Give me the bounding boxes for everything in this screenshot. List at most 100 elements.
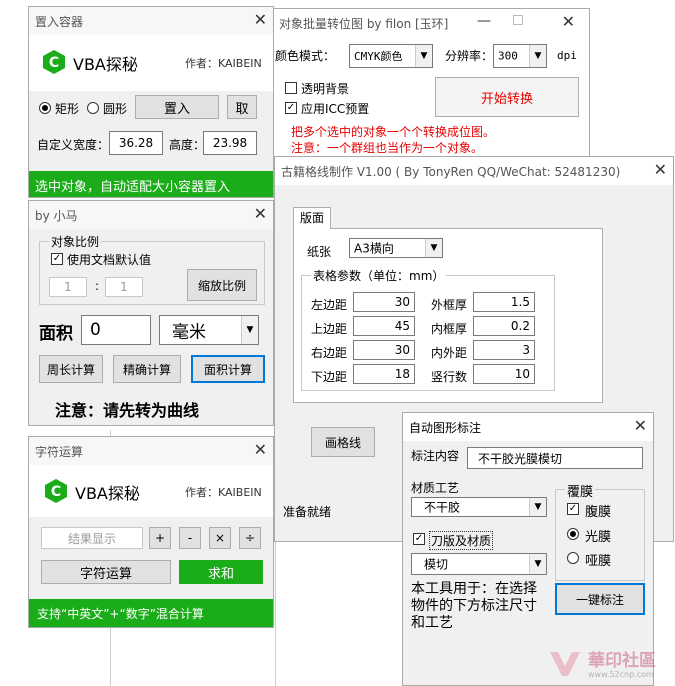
transparent-bg-label: 透明背景 [301,82,350,96]
titlebar: 字符运算 ✕ [29,437,273,465]
icc-preset-checkbox[interactable]: ✓ [285,102,297,114]
close-icon[interactable]: ✕ [634,416,647,435]
die-select[interactable]: 模切 ▼ [411,553,547,575]
chevron-down-icon[interactable]: ▼ [529,554,546,574]
circle-radio[interactable] [87,102,99,114]
laminate-group-title: 覆膜 [565,481,596,500]
titlebar: 自动图形标注 ✕ [403,413,653,441]
outer-thick-input[interactable]: 1.5 [473,292,535,312]
window-title: 自动图形标注 [409,421,482,435]
titlebar: 古籍格线制作 V1.00 ( By TonyRen QQ/WeChat: 524… [275,157,673,185]
laminate-checkbox[interactable]: ✓ [567,503,579,515]
ratio-b-input[interactable]: 1 [105,277,143,297]
select-value: CMYK颜色 [354,50,403,63]
description-text: 本工具用于：在选择物件的下方标注尺寸和工艺 [411,581,537,631]
inout-input[interactable]: 3 [473,340,535,360]
inner-thick-input[interactable]: 0.2 [473,316,535,336]
top-margin-input[interactable]: 45 [353,316,415,336]
area-input[interactable]: 0 [81,315,151,345]
brand-name: VBA探秘 [73,55,138,74]
close-icon[interactable]: ✕ [654,160,667,179]
bottom-margin-input[interactable]: 18 [353,364,415,384]
content-input[interactable]: 不干胶光膜模切 [467,447,643,469]
close-icon[interactable]: ✕ [254,440,267,459]
scale-button[interactable]: 缩放比例 [187,269,257,301]
ratio-a-input[interactable]: 1 [49,277,87,297]
chevron-down-icon[interactable]: ▼ [529,45,546,67]
draw-grid-button[interactable]: 画格线 [311,427,375,457]
watermark-url: www.52cnp.com [588,670,654,679]
select-value: A3横向 [354,241,394,256]
window-scale-area: by 小马 ✕ 对象比例 ✓ 使用文档默认值 1 : 1 缩放比例 面积 0 毫… [28,200,274,426]
paper-select[interactable]: A3横向 ▼ [349,238,443,258]
window-title: 对象批量转位图 by filon [玉环] [279,17,449,31]
unit-select[interactable]: 毫米 ▼ [159,315,259,345]
default-doc-checkbox[interactable]: ✓ [51,253,63,265]
die-check-label: 刀版及材质 [429,531,494,550]
start-convert-button[interactable]: 开始转换 [435,77,579,117]
select-value: 毫米 [172,322,206,343]
plus-button[interactable]: + [149,527,171,549]
chevron-down-icon[interactable]: ▼ [415,45,432,67]
gloss-radio[interactable] [567,528,579,540]
matte-radio[interactable] [567,552,579,564]
window-place-container: 置入容器 ✕ C VBA探秘 作者：KAIBEIN 矩形 圆形 置入 取 自定义… [28,6,274,198]
die-checkbox[interactable]: ✓ [413,533,425,545]
material-select[interactable]: 不干胶 ▼ [411,497,547,517]
dpi-select[interactable]: 300 ▼ [493,44,547,68]
cols-input[interactable]: 10 [473,364,535,384]
brand-header: C VBA探秘 作者：KAIBEIN [29,35,273,91]
perimeter-button[interactable]: 周长计算 [39,355,103,383]
material-label: 材质工艺 [411,481,460,495]
minus-button[interactable]: - [179,527,201,549]
width-input[interactable]: 36.28 [109,131,163,155]
canvas-guide-line [275,540,276,686]
ratio-separator: : [95,279,100,293]
warning-text: 注意：请先转为曲线 [55,401,200,420]
sum-button[interactable]: 求和 [179,560,263,584]
status-bar: 支持“中英文”+“数字”混合计算 [29,599,273,627]
close-icon[interactable]: ✕ [254,204,267,223]
maximize-icon[interactable] [513,15,523,25]
char-calc-button[interactable]: 字符运算 [41,560,171,584]
transparent-bg-checkbox[interactable] [285,82,297,94]
bottom-margin-label: 下边距 [311,370,348,384]
height-input[interactable]: 23.98 [203,131,257,155]
paper-label: 纸张 [307,245,332,259]
window-char-calc: 字符运算 ✕ C VBA探秘 作者：KAIBEIN 结果显示 + - × ÷ 字… [28,436,274,628]
right-margin-label: 右边距 [311,346,348,360]
titlebar: 置入容器 ✕ [29,7,273,35]
close-icon[interactable]: ✕ [254,10,267,29]
color-mode-select[interactable]: CMYK颜色 ▼ [349,44,433,68]
right-margin-input[interactable]: 30 [353,340,415,360]
minimize-icon[interactable]: — [477,13,491,29]
status-text: 准备就绪 [283,505,332,519]
result-display[interactable]: 结果显示 [41,527,143,549]
divide-button[interactable]: ÷ [239,527,261,549]
one-click-label-button[interactable]: 一键标注 [555,583,645,615]
watermark-mark-icon [550,652,580,676]
outer-thick-label: 外框厚 [431,298,468,312]
area-label: 面积 [39,324,73,344]
chevron-down-icon[interactable]: ▼ [241,316,258,344]
place-button[interactable]: 置入 [135,95,219,119]
chevron-down-icon[interactable]: ▼ [425,239,442,257]
chevron-down-icon[interactable]: ▼ [529,498,546,516]
times-button[interactable]: × [209,527,231,549]
svg-text:C: C [51,484,61,500]
window-title: 字符运算 [35,445,84,459]
rect-radio[interactable] [39,102,51,114]
precise-button[interactable]: 精确计算 [113,355,181,383]
tab-layout[interactable]: 版面 [293,207,331,229]
left-margin-label: 左边距 [311,298,348,312]
cols-label: 竖行数 [431,370,468,384]
icc-preset-label: 应用ICC预置 [301,102,370,116]
titlebar: 对象批量转位图 by filon [玉环] — ✕ [273,9,589,37]
left-margin-input[interactable]: 30 [353,292,415,312]
close-icon[interactable]: ✕ [562,12,575,31]
dpi-unit: dpi [557,49,577,62]
window-title: by 小马 [35,209,78,223]
get-button[interactable]: 取 [227,95,257,119]
area-button[interactable]: 面积计算 [191,355,265,383]
dpi-label: 分辨率： [445,49,494,63]
